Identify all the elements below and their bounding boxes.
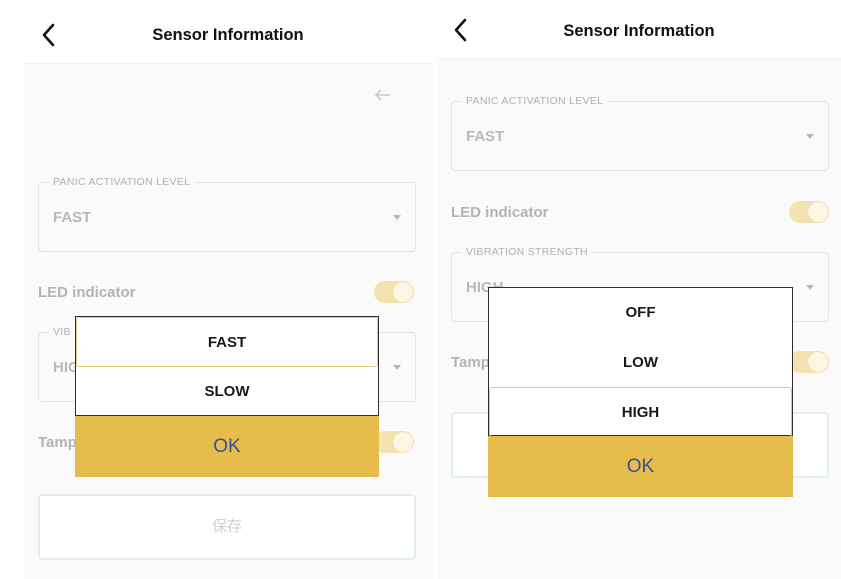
tamper-toggle[interactable] [789, 351, 829, 373]
panic-activation-select[interactable]: PANIC ACTIVATION LEVEL FAST [38, 176, 416, 252]
picker-option-high[interactable]: HIGH [489, 387, 792, 437]
led-indicator-toggle[interactable] [789, 201, 829, 223]
toggle-knob [393, 432, 413, 452]
tamper-label: Tamp [38, 434, 77, 451]
fast-slow-picker: FAST SLOW OK [75, 316, 379, 477]
picker-option-slow[interactable]: SLOW [76, 367, 378, 417]
caret-down-icon [393, 215, 401, 220]
caret-down-icon [393, 365, 401, 370]
tamper-label: Tamp [451, 354, 490, 371]
picker-option-fast[interactable]: FAST [76, 317, 378, 367]
ok-button[interactable]: OK [488, 436, 793, 497]
panic-activation-value: FAST [53, 209, 92, 226]
right-header: Sensor Information [437, 0, 841, 59]
arrow-left-icon[interactable] [374, 88, 392, 102]
picker-option-off[interactable]: OFF [489, 288, 792, 338]
page-title: Sensor Information [563, 22, 715, 40]
vibration-strength-label: VIBRATION STRENGTH [462, 246, 592, 258]
picker-option-low[interactable]: LOW [489, 338, 792, 387]
vibration-strength-label: VIB [49, 326, 75, 338]
page-title: Sensor Information [152, 26, 304, 44]
picker-options: OFF LOW HIGH [488, 287, 793, 437]
caret-down-icon [806, 285, 814, 290]
panic-activation-label: PANIC ACTIVATION LEVEL [462, 95, 608, 107]
toggle-knob [808, 352, 828, 372]
left-header: Sensor Information [24, 0, 432, 64]
panic-activation-select[interactable]: PANIC ACTIVATION LEVEL FAST [451, 95, 829, 171]
led-indicator-label: LED indicator [38, 284, 136, 301]
ok-button[interactable]: OK [75, 416, 379, 477]
picker-options: FAST SLOW [75, 316, 379, 416]
tamper-toggle[interactable] [374, 431, 414, 453]
panic-activation-label: PANIC ACTIVATION LEVEL [49, 176, 195, 188]
panic-activation-value: FAST [466, 128, 505, 145]
led-indicator-toggle[interactable] [374, 281, 414, 303]
save-button[interactable]: 保存 [38, 494, 416, 560]
led-indicator-label: LED indicator [451, 204, 549, 221]
left-screen: Sensor Information PANIC ACTIVATION LEVE… [24, 0, 432, 579]
toggle-knob [393, 282, 413, 302]
toggle-knob [808, 202, 828, 222]
caret-down-icon [806, 134, 814, 139]
vibration-picker: OFF LOW HIGH OK [488, 287, 793, 497]
right-screen: Sensor Information PANIC ACTIVATION LEVE… [437, 0, 841, 579]
